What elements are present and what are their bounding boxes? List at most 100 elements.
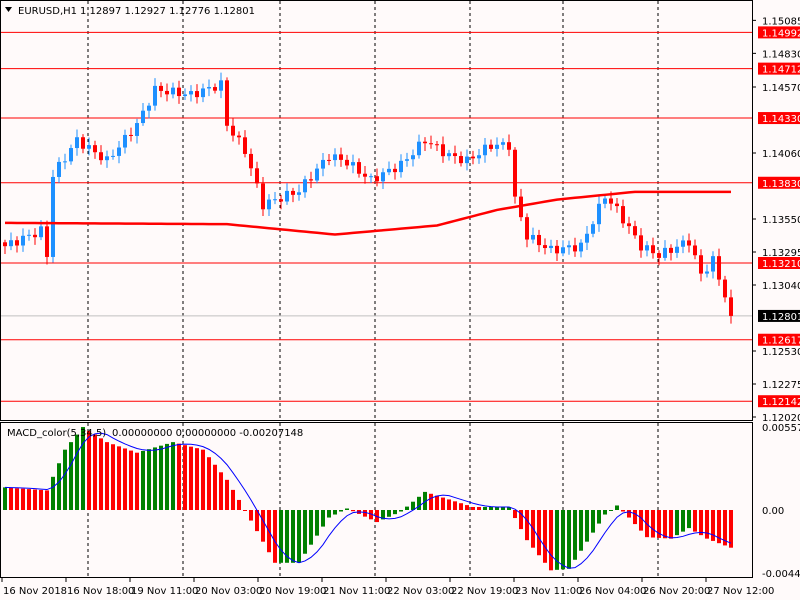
macd-histogram-bar	[51, 476, 55, 510]
candle-body	[363, 173, 367, 177]
candle-body	[27, 234, 31, 236]
macd-histogram-bar	[93, 434, 97, 510]
candle-body	[663, 247, 667, 258]
macd-histogram-bar	[297, 510, 301, 563]
macd-histogram-bar	[279, 510, 283, 563]
macd-histogram-bar	[543, 510, 547, 563]
macd-histogram-bar	[483, 506, 487, 510]
candle-body	[393, 168, 397, 173]
candle-body	[345, 159, 349, 166]
candle-body	[213, 87, 217, 91]
candle-body	[429, 143, 433, 145]
macd-histogram-bar	[525, 510, 529, 541]
macd-histogram-bar	[291, 510, 295, 563]
candle-body	[525, 217, 529, 240]
candle-body	[465, 156, 469, 164]
macd-histogram-bar	[417, 496, 421, 510]
macd-histogram-bar	[189, 446, 193, 510]
candle-body	[333, 154, 337, 161]
candle-body	[21, 235, 25, 246]
time-tick-label: 20 Nov 19:00	[259, 586, 326, 597]
macd-histogram-bar	[87, 430, 91, 510]
macd-histogram-bar	[591, 510, 595, 533]
time-tick-label: 22 Nov 03:00	[387, 586, 454, 597]
candle-body	[309, 179, 313, 181]
time-tick-label: 16 Nov 2018	[3, 586, 67, 597]
price-chart[interactable]: 1.15085 1.14830 1.14570 1.14060 1.13550 1.132…	[0, 0, 800, 600]
candle-body	[705, 271, 709, 274]
time-tick-label: 23 Nov 11:00	[515, 586, 582, 597]
candle-body	[657, 253, 661, 258]
candle-body	[93, 145, 97, 153]
macd-histogram-bar	[429, 493, 433, 510]
symbol-label: EURUSD,H1	[18, 6, 77, 17]
macd-histogram-bar	[597, 510, 601, 524]
candle-body	[597, 203, 601, 225]
candle-body	[375, 176, 379, 182]
level-lines	[0, 31, 752, 402]
candle-body	[117, 147, 121, 156]
macd-histogram-bar	[261, 510, 265, 542]
price-tick-label: 1.13550	[762, 215, 800, 226]
macd-histogram-bar	[219, 472, 223, 510]
macd-histogram-bar	[345, 508, 349, 510]
candle-body	[555, 245, 559, 254]
candle-body	[585, 233, 589, 243]
macd-histogram-bar	[363, 510, 367, 517]
level-tag-label: 1.13210	[762, 259, 800, 270]
macd-histogram-bar	[615, 505, 619, 510]
candle-body	[171, 87, 175, 95]
macd-histogram-bar	[225, 479, 229, 510]
candle-body	[675, 246, 679, 253]
macd-histogram-bar	[3, 487, 7, 510]
candle-body	[123, 134, 127, 148]
macd-histogram-bar	[15, 488, 19, 510]
candle-body	[609, 198, 613, 204]
level-tag-label: 1.14992	[762, 28, 800, 39]
macd-histogram-bar	[639, 510, 643, 531]
candle-body	[717, 256, 721, 280]
macd-histogram-bar	[585, 510, 589, 542]
macd-histogram-bar	[453, 501, 457, 510]
time-tick-label: 27 Nov 12:00	[707, 586, 774, 597]
candle-body	[201, 88, 205, 98]
candle-body	[183, 94, 187, 97]
candle-body	[57, 161, 61, 177]
macd-histogram-bar	[111, 444, 115, 510]
macd-histogram-bar	[435, 495, 439, 510]
candle-body	[369, 176, 373, 178]
candle-body	[471, 156, 475, 159]
candles	[3, 72, 733, 324]
candle-body	[87, 145, 91, 149]
macd-histogram-bar	[63, 449, 67, 510]
macd-histogram-bar	[339, 510, 343, 512]
candle-body	[267, 199, 271, 210]
time-tick-label: 26 Nov 04:00	[579, 586, 646, 597]
collapse-triangle-icon[interactable]	[5, 7, 12, 12]
candle-body	[405, 159, 409, 161]
candle-body	[303, 179, 307, 193]
candle-body	[3, 242, 7, 247]
candle-body	[687, 240, 691, 246]
macd-histogram-bar	[57, 463, 61, 510]
macd-histogram-bar	[633, 510, 637, 525]
macd-histogram-bar	[69, 442, 73, 510]
main-panel-frame	[0, 0, 753, 421]
macd-histogram-bar	[675, 510, 679, 536]
candle-body	[237, 135, 241, 138]
candle-body	[81, 137, 85, 149]
candle-body	[447, 153, 451, 157]
macd-histogram-bar	[609, 510, 613, 511]
macd-histogram-bar	[81, 427, 85, 510]
candle-body	[321, 159, 325, 169]
macd-histogram-bar	[231, 489, 235, 510]
macd-histogram-bar	[603, 510, 607, 515]
candle-body	[513, 149, 517, 197]
candle-body	[33, 234, 37, 238]
candle-body	[135, 123, 139, 136]
level-tag-label: 1.14712	[762, 65, 800, 76]
candle-body	[495, 144, 499, 149]
macd-histogram-bar	[711, 510, 715, 541]
candle-body	[159, 85, 163, 91]
macd-histogram-bar	[273, 510, 277, 563]
